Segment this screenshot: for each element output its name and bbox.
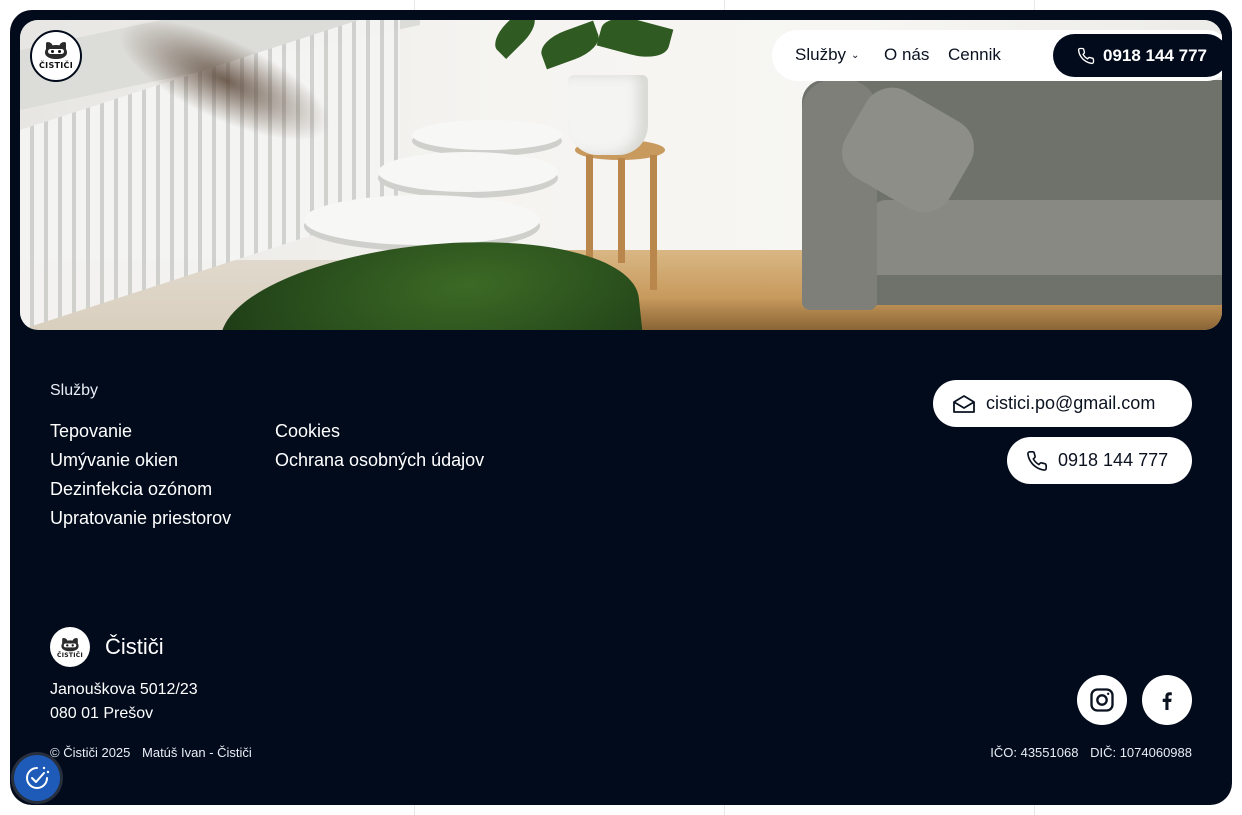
raccoon-logo-icon	[60, 637, 80, 651]
footer-phone-button[interactable]: 0918 144 777	[1007, 437, 1192, 484]
footer-company-ids: IČO: 43551068 DIČ: 1074060988	[990, 745, 1192, 760]
cookie-consent-icon	[26, 766, 50, 789]
hero-image: ČISTIČI Služby ⌄ O nás Cennik 0918 144 7…	[20, 20, 1222, 330]
address-line-1: Janouškova 5012/23	[50, 681, 198, 698]
footer-services-heading: Služby	[50, 382, 99, 399]
instagram-button[interactable]	[1077, 675, 1127, 725]
envelope-icon	[953, 394, 975, 413]
raccoon-logo-icon	[43, 42, 69, 60]
footer-legal-list: Cookies Ochrana osobných údajov	[275, 417, 484, 475]
nav-phone-button[interactable]: 0918 144 777	[1053, 34, 1222, 77]
footer-link-tepovanie[interactable]: Tepovanie	[50, 417, 231, 446]
phone-icon	[1027, 450, 1047, 471]
ico-text: IČO: 43551068	[990, 745, 1079, 760]
logo[interactable]: ČISTIČI	[30, 30, 82, 82]
logo-text: ČISTIČI	[39, 61, 73, 70]
footer-link-upratovanie[interactable]: Upratovanie priestorov	[50, 504, 231, 533]
footer-logo: ČISTIČI	[50, 627, 90, 667]
nav-services-label: Služby	[795, 45, 847, 64]
instagram-icon	[1090, 688, 1114, 712]
facebook-icon	[1162, 692, 1172, 710]
owner-text: Matúš Ivan - Čističi	[142, 745, 252, 760]
footer-services-list: Tepovanie Umývanie okien Dezinfekcia ozó…	[50, 417, 231, 533]
facebook-button[interactable]	[1142, 675, 1192, 725]
footer-address: Janouškova 5012/23 080 01 Prešov	[50, 678, 198, 726]
footer-link-privacy[interactable]: Ochrana osobných údajov	[275, 446, 484, 475]
footer-copyright: © Čističi 2025 Matúš Ivan - Čističi	[50, 745, 252, 760]
email-button[interactable]: cistici.po@gmail.com	[933, 380, 1192, 427]
address-line-2: 080 01 Prešov	[50, 705, 154, 722]
nav-phone-label: 0918 144 777	[1103, 45, 1207, 65]
phone-icon	[1077, 47, 1095, 64]
footer-phone-label: 0918 144 777	[1058, 450, 1169, 470]
nav-pricing[interactable]: Cennik	[948, 45, 1001, 65]
dic-text: DIČ: 1074060988	[1090, 745, 1192, 760]
copyright-text: © Čističi 2025	[50, 745, 131, 760]
footer-logo-text: ČISTIČI	[56, 651, 84, 659]
main-nav: Služby ⌄ O nás Cennik 0918 144 777	[772, 30, 1222, 81]
footer-link-cookies[interactable]: Cookies	[275, 417, 484, 446]
nav-services[interactable]: Služby ⌄	[795, 45, 859, 65]
footer-link-dezinfekcia[interactable]: Dezinfekcia ozónom	[50, 475, 231, 504]
cookie-consent-button[interactable]	[14, 755, 60, 801]
site-frame: ČISTIČI Služby ⌄ O nás Cennik 0918 144 7…	[10, 10, 1232, 805]
footer-brand-name: Čističi	[105, 634, 164, 659]
chevron-down-icon: ⌄	[851, 49, 860, 61]
footer-link-umyvanie-okien[interactable]: Umývanie okien	[50, 446, 231, 475]
nav-about[interactable]: O nás	[884, 45, 929, 65]
footer-brand[interactable]: ČISTIČI Čističi	[50, 627, 164, 667]
email-label: cistici.po@gmail.com	[986, 393, 1156, 413]
